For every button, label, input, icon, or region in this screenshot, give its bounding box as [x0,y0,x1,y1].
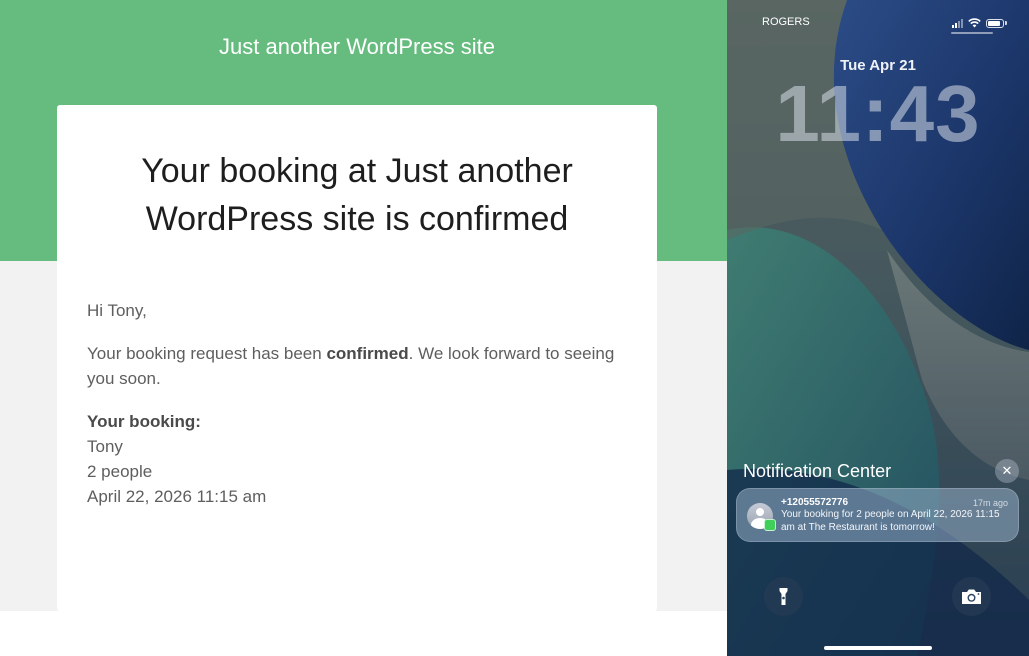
notification-center-title: Notification Center [743,461,892,481]
booking-label: Your booking: [87,412,201,431]
messages-icon [764,519,776,531]
email-panel: Just another WordPress site Your booking… [0,0,727,656]
carrier-name: ROGERS [762,16,810,28]
notification-sender: +12055572776 [781,497,849,508]
battery-tip [1005,21,1007,25]
flashlight-icon [779,588,788,605]
status-icons [952,16,1007,30]
home-indicator[interactable] [824,646,932,650]
signal-icon [952,18,963,28]
email-card: Your booking at Just another WordPress s… [57,105,657,611]
phone-lock-screen: ROGERS Tue Apr 21 11:43 Notification Cen… [727,0,1029,656]
site-title: Just another WordPress site [219,34,495,59]
close-icon[interactable]: ✕ [995,459,1019,483]
notification-card[interactable]: +12055572776 17m ago Your booking for 2 … [736,488,1019,542]
booking-details: Your booking: Tony 2 people April 22, 20… [87,409,627,509]
notification-time: 17m ago [972,498,1008,508]
notification-text: Your booking for 2 people on April 22, 2… [781,509,1000,533]
wifi-icon [968,18,981,28]
email-body: Hi Tony, Your booking request has been c… [87,298,627,509]
message-text-before: Your booking request has been [87,344,327,363]
control-center-indicator[interactable] [951,32,993,34]
battery-icon [986,18,1004,28]
lock-time: 11:43 [775,69,981,158]
booking-datetime: April 22, 2026 11:15 am [87,487,267,506]
camera-icon [962,589,981,604]
confirmation-heading: Your booking at Just another WordPress s… [141,152,573,238]
message-text-bold: confirmed [326,344,409,363]
booking-party-size: 2 people [87,462,153,481]
greeting: Hi Tony, [87,301,147,320]
flashlight-button[interactable] [764,577,803,616]
booking-name: Tony [87,437,123,456]
confirmation-message: Your booking request has been confirmed.… [87,341,627,391]
camera-button[interactable] [952,577,991,616]
